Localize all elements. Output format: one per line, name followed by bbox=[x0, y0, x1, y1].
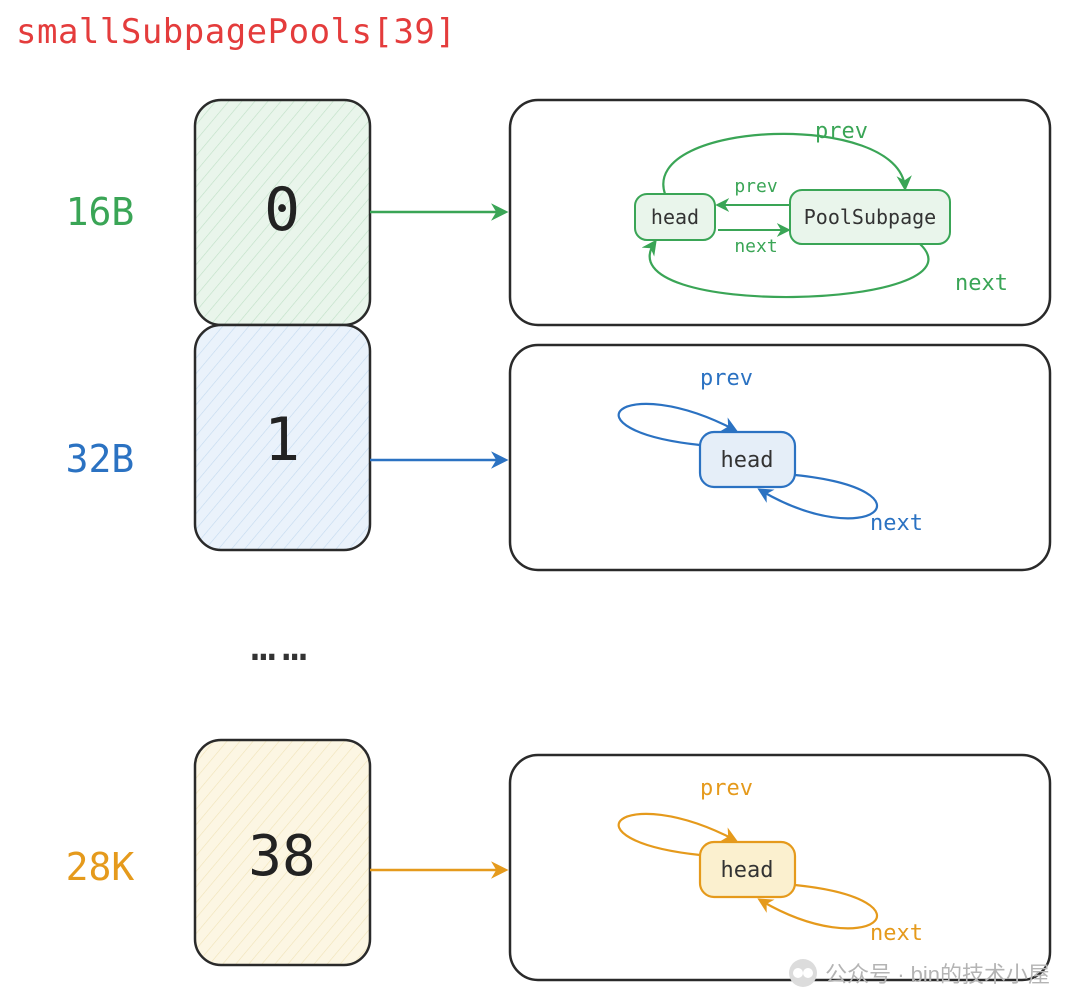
page-title: smallSubpagePools[39] bbox=[16, 12, 456, 52]
wechat-icon bbox=[789, 959, 817, 987]
watermark-text: 公众号 · bin的技术小屋 bbox=[825, 957, 1050, 989]
label-prev-self: prev bbox=[700, 776, 753, 801]
size-label: 32B bbox=[66, 437, 135, 481]
label-next-self: next bbox=[870, 921, 923, 946]
node-head-label: head bbox=[721, 858, 774, 883]
label-next-self: next bbox=[870, 511, 923, 536]
size-label: 16B bbox=[66, 190, 135, 234]
index-value: 1 bbox=[264, 405, 300, 475]
label-prev-self: prev bbox=[700, 366, 753, 391]
row-0: 16B 0 head PoolSubpage prev next prev ne… bbox=[66, 100, 1050, 325]
row-1: 32B 1 head prev next bbox=[66, 325, 1050, 570]
watermark: 公众号 · bin的技术小屋 bbox=[789, 957, 1050, 989]
ellipsis: …… bbox=[251, 621, 314, 670]
label-next-loop: next bbox=[955, 271, 1008, 296]
node-head-label: head bbox=[721, 448, 774, 473]
row-2: 28K 38 head prev next bbox=[66, 740, 1050, 980]
diagram-canvas: 16B 0 head PoolSubpage prev next prev ne… bbox=[0, 0, 1080, 1007]
node-head-label: head bbox=[651, 205, 699, 229]
size-label: 28K bbox=[66, 845, 135, 889]
label-next-short: next bbox=[734, 236, 777, 257]
index-value: 0 bbox=[264, 175, 300, 245]
label-prev-short: prev bbox=[734, 176, 777, 197]
node-poolsubpage-label: PoolSubpage bbox=[804, 205, 936, 229]
index-value: 38 bbox=[248, 824, 315, 889]
label-prev-loop: prev bbox=[815, 119, 868, 144]
